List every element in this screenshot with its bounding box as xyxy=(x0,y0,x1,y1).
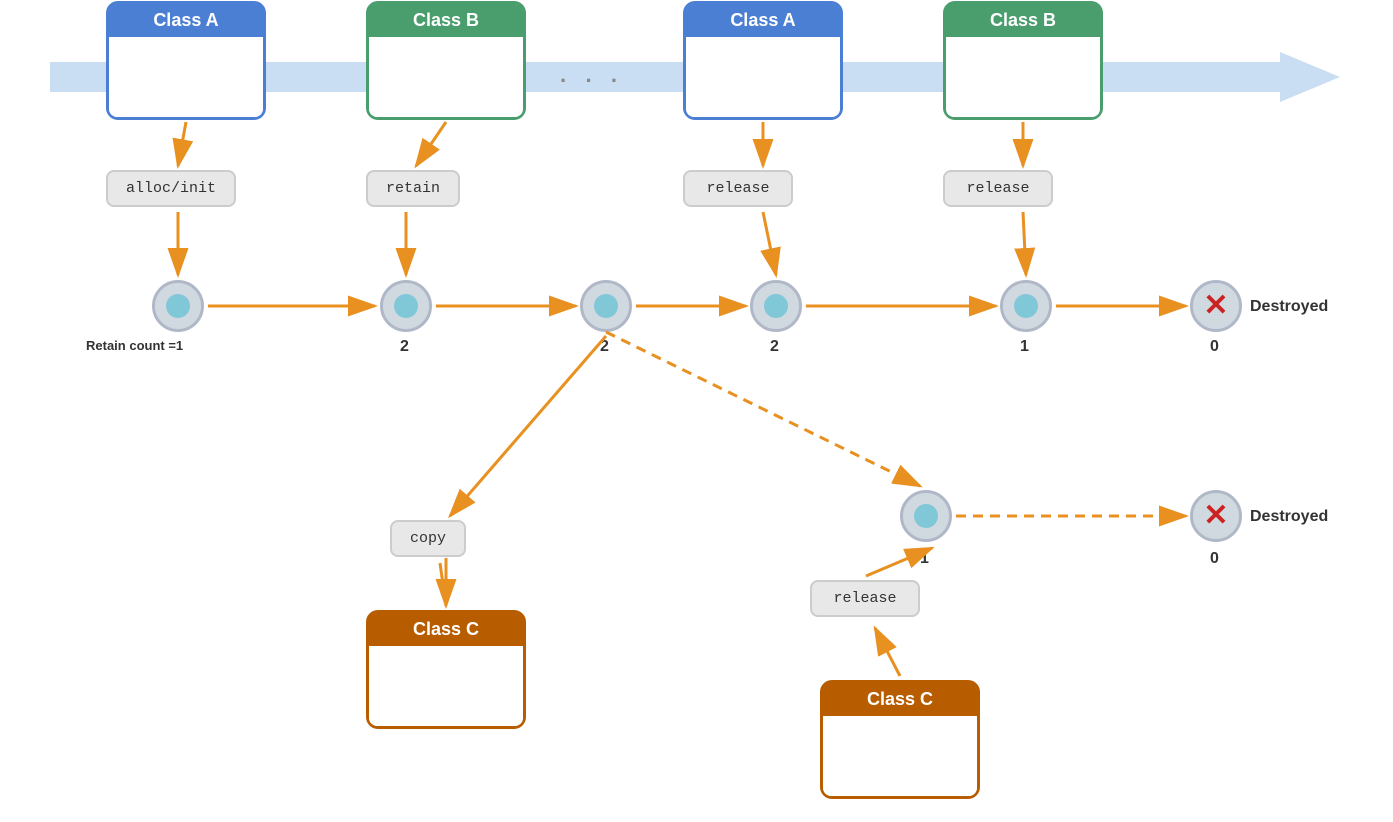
class-a1-header: Class A xyxy=(109,4,263,37)
count-label-d2: 0 xyxy=(1210,550,1219,568)
node-6-inner xyxy=(911,501,941,531)
class-box-a1: Class A xyxy=(106,1,266,120)
count-label-1: Retain count =1 xyxy=(86,338,183,353)
count-label-3: 2 xyxy=(600,338,609,356)
op-release2: release xyxy=(943,170,1053,207)
op-copy: copy xyxy=(390,520,466,557)
node-5-inner xyxy=(1011,291,1041,321)
timeline-dots: · · · xyxy=(560,68,624,94)
node-3 xyxy=(580,280,632,332)
count-label-4: 2 xyxy=(770,338,779,356)
op-release1: release xyxy=(683,170,793,207)
class-box-c2: Class C xyxy=(820,680,980,799)
arrows-overlay xyxy=(0,0,1393,822)
node-2 xyxy=(380,280,432,332)
destroyed-2-x: ✕ xyxy=(1203,501,1228,531)
class-c2-header: Class C xyxy=(823,683,977,716)
destroyed-label-2: Destroyed xyxy=(1250,508,1328,526)
destroyed-1: ✕ xyxy=(1190,280,1242,332)
class-b2-header: Class B xyxy=(946,4,1100,37)
class-b2-body xyxy=(946,37,1100,117)
count-label-6: 1 xyxy=(920,550,929,568)
class-a2-body xyxy=(686,37,840,117)
node-5 xyxy=(1000,280,1052,332)
class-box-a2: Class A xyxy=(683,1,843,120)
op-retain: retain xyxy=(366,170,460,207)
class-a1-body xyxy=(109,37,263,117)
count-label-5: 1 xyxy=(1020,338,1029,356)
class-b1-body xyxy=(369,37,523,117)
destroyed-label-1: Destroyed xyxy=(1250,298,1328,316)
destroyed-1-x: ✕ xyxy=(1203,291,1228,321)
node-6 xyxy=(900,490,952,542)
class-b1-header: Class B xyxy=(369,4,523,37)
class-a2-header: Class A xyxy=(686,4,840,37)
class-c1-header: Class C xyxy=(369,613,523,646)
op-release3: release xyxy=(810,580,920,617)
class-box-b2: Class B xyxy=(943,1,1103,120)
count-label-2: 2 xyxy=(400,338,409,356)
destroyed-2: ✕ xyxy=(1190,490,1242,542)
node-3-inner xyxy=(591,291,621,321)
node-4 xyxy=(750,280,802,332)
node-4-inner xyxy=(761,291,791,321)
count-label-d1: 0 xyxy=(1210,338,1219,356)
op-alloc-init: alloc/init xyxy=(106,170,236,207)
diagram: · · · Class A Class B Class A Class B al… xyxy=(0,0,1393,822)
class-box-c1: Class C xyxy=(366,610,526,729)
node-2-inner xyxy=(391,291,421,321)
class-c1-body xyxy=(369,646,523,726)
class-c2-body xyxy=(823,716,977,796)
node-1-inner xyxy=(163,291,193,321)
node-1 xyxy=(152,280,204,332)
class-box-b1: Class B xyxy=(366,1,526,120)
